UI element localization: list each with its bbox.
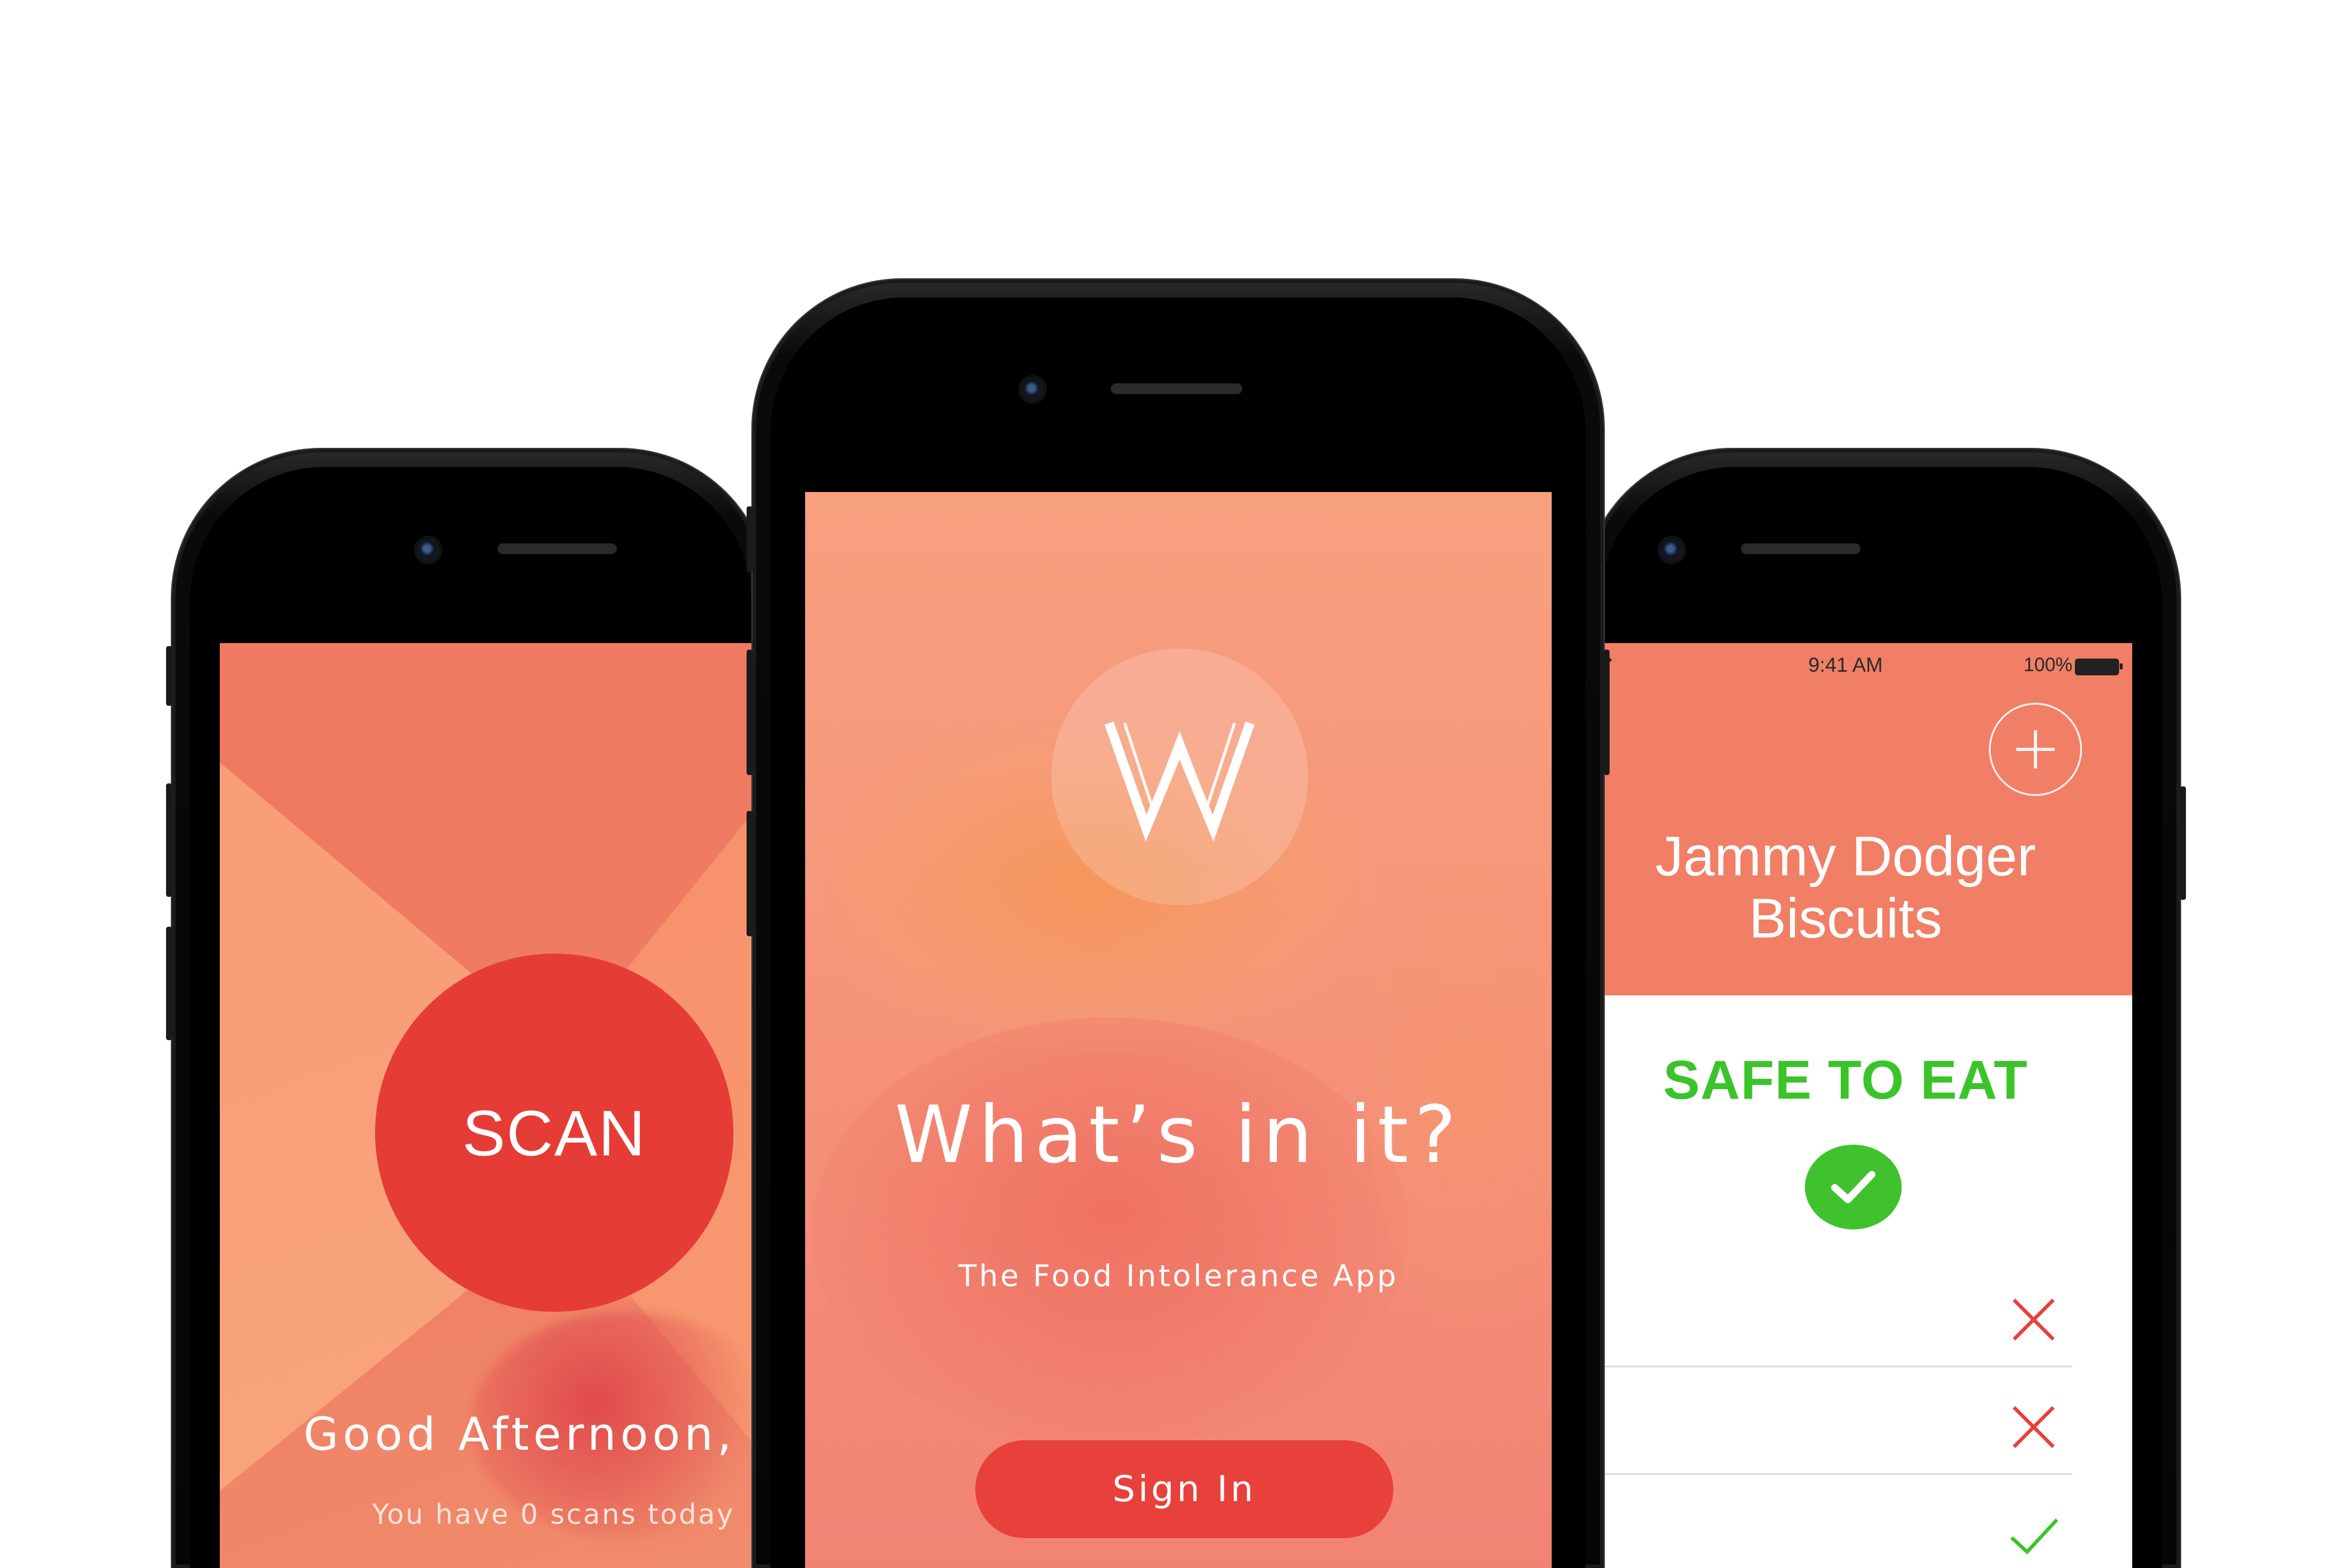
volume-up-button [747, 650, 753, 775]
power-button [1604, 650, 1610, 775]
earpiece-speaker [1741, 543, 1860, 554]
welcome-screen: What’s in it? The Food Intolerance App S… [805, 492, 1552, 1568]
headline: What’s in it? [894, 1089, 1463, 1181]
earpiece-speaker [1111, 383, 1242, 394]
result-header: 9:41 AM 100% Jammy Dodger Biscuits [1559, 643, 2132, 995]
result-screen: 9:41 AM 100% Jammy Dodger Biscuits SAFE … [1559, 643, 2132, 1568]
check-icon [2010, 1518, 2059, 1555]
front-camera [1660, 539, 1683, 561]
volume-down-button [166, 927, 172, 1040]
scan-count-text: You have 0 scans today [372, 1498, 735, 1530]
add-button[interactable] [1989, 703, 2082, 796]
battery-percentage: 100% [2024, 654, 2072, 675]
app-logo [1051, 648, 1308, 905]
scan-button-label: SCAN [462, 1096, 647, 1169]
volume-down-button [747, 811, 753, 936]
cross-icon [2012, 1406, 2055, 1449]
mockup-scene: SCAN Good Afternoon, Tar You have 0 scan… [0, 0, 2352, 1568]
status-bar: 9:41 AM 100% [1559, 643, 2132, 691]
volume-up-button [166, 783, 172, 897]
plus-icon [2016, 730, 2055, 768]
product-title-line: Biscuits [1749, 887, 1942, 949]
cross-icon [2012, 1298, 2055, 1341]
front-camera [1021, 378, 1044, 401]
sign-in-button[interactable]: Sign In [975, 1440, 1393, 1538]
product-title: Jammy Dodger Biscuits [1559, 825, 2132, 949]
w-logo-icon [1104, 721, 1255, 842]
front-camera [417, 539, 440, 561]
macaron-photo [811, 1017, 1408, 1447]
power-button [2180, 786, 2186, 900]
phone-left: SCAN Good Afternoon, Tar You have 0 scan… [166, 449, 793, 1568]
mute-switch [747, 506, 753, 572]
phone-center: What’s in it? The Food Intolerance App S… [747, 279, 1610, 1568]
tagline: The Food Intolerance App [958, 1259, 1399, 1293]
mute-switch [166, 646, 172, 706]
greeting-text: Good Afternoon, Tar [303, 1407, 793, 1461]
scan-button[interactable]: SCAN [375, 954, 733, 1312]
check-circle-icon [1805, 1145, 1902, 1229]
battery-icon [2075, 659, 2123, 675]
product-title-line: Jammy Dodger [1655, 825, 2036, 887]
home-screen: SCAN Good Afternoon, Tar You have 0 scan… [220, 643, 793, 1568]
ingredient-row[interactable]: ry [1559, 1366, 2072, 1475]
ingredient-row[interactable]: s [1559, 1258, 2072, 1367]
ingredient-row[interactable]: al [1559, 1473, 2072, 1568]
earpiece-speaker [498, 543, 617, 554]
verdict-label: SAFE TO EAT [1663, 1050, 2028, 1111]
phone-right: 9:41 AM 100% Jammy Dodger Biscuits SAFE … [1559, 449, 2186, 1568]
